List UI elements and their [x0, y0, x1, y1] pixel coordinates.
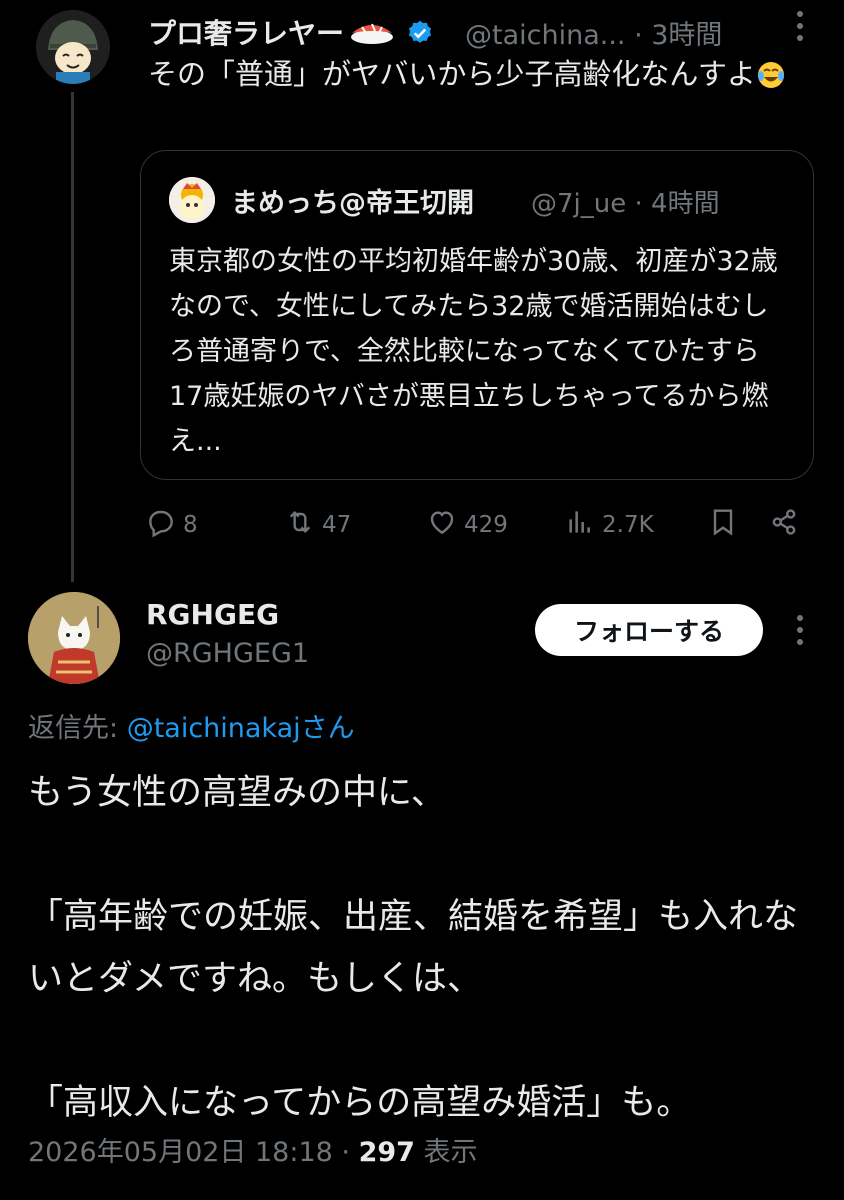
verified-badge-icon — [406, 19, 434, 54]
follow-button[interactable]: フォローする — [535, 604, 763, 656]
reply-icon — [145, 506, 183, 544]
quoted-author-name[interactable]: まめっち@帝王切開 — [231, 181, 474, 220]
tweet-text: その「普通」がヤバいから少子高齢化なんすよ — [148, 52, 828, 102]
bookmark-icon — [707, 506, 745, 544]
bookmark-button[interactable] — [707, 505, 745, 545]
tweet-text-content: その「普通」がヤバいから少子高齢化なんすよ — [148, 57, 756, 91]
sushi-icon — [348, 17, 396, 52]
quoted-handle-time: @7j_ue · 4時間 — [531, 183, 720, 220]
quoted-tweet-card[interactable]: まめっち@帝王切開 @7j_ue · 4時間 東京都の女性の平均初婚年齢が30歳… — [140, 150, 814, 480]
repost-button[interactable]: 47 — [284, 505, 351, 545]
share-button[interactable] — [768, 505, 806, 545]
analytics-icon — [564, 506, 602, 544]
more-options-icon[interactable] — [788, 6, 812, 46]
replying-to-suffix: さん — [300, 713, 355, 744]
replying-to-handle: @taichinakaj — [126, 713, 301, 744]
reply-more-options-icon[interactable] — [788, 610, 812, 650]
laughing-emoji-icon — [756, 58, 786, 102]
author-avatar[interactable] — [36, 10, 110, 84]
view-count: 2.7K — [602, 512, 654, 538]
quoted-tweet-text: 東京都の女性の平均初婚年齢が30歳、初産が32歳なので、女性にしてみたら32歳で… — [169, 246, 778, 457]
reply-author-avatar[interactable] — [28, 592, 120, 684]
replying-to-handle-link[interactable]: @taichinakajさん — [127, 713, 355, 744]
views-button[interactable]: 2.7K — [564, 505, 654, 545]
like-button[interactable]: 429 — [426, 505, 508, 545]
thread-line — [71, 92, 74, 582]
author-handle-time: @taichina... · 3時間 — [465, 13, 722, 52]
reply-tweet-text: もう女性の高望みの中に、 「高年齢での妊娠、出産、結婚を希望」も入れないとダメで… — [28, 773, 799, 1123]
repost-count: 47 — [322, 512, 352, 538]
view-count-value: 297 — [358, 1137, 415, 1168]
repost-icon — [284, 506, 322, 544]
replying-to: 返信先: @taichinakajさん — [28, 706, 355, 745]
tweet-meta: 2026年05月02日 18:18 · 297 表示 — [28, 1130, 478, 1169]
quoted-post-time[interactable]: · 4時間 — [635, 189, 720, 219]
author-name-text: プロ奢ラレヤー — [148, 17, 345, 50]
reply-button[interactable]: 8 — [145, 505, 198, 545]
author-handle[interactable]: @taichina... — [465, 20, 626, 51]
like-count: 429 — [464, 512, 508, 538]
post-time[interactable]: · 3時間 — [634, 20, 722, 51]
quoted-author-handle[interactable]: @7j_ue — [531, 189, 626, 219]
reply-count: 8 — [183, 512, 198, 538]
reply-author-name[interactable]: RGHGEG — [146, 598, 279, 631]
replying-to-prefix: 返信先: — [28, 713, 127, 744]
post-timestamp[interactable]: 2026年05月02日 18:18 · — [28, 1137, 359, 1168]
view-count-label: 表示 — [414, 1137, 478, 1168]
heart-icon — [426, 506, 464, 544]
author-name[interactable]: プロ奢ラレヤー — [148, 12, 434, 54]
quoted-author-avatar[interactable] — [169, 177, 215, 223]
share-icon — [768, 506, 806, 544]
reply-author-handle[interactable]: @RGHGEG1 — [146, 638, 309, 669]
